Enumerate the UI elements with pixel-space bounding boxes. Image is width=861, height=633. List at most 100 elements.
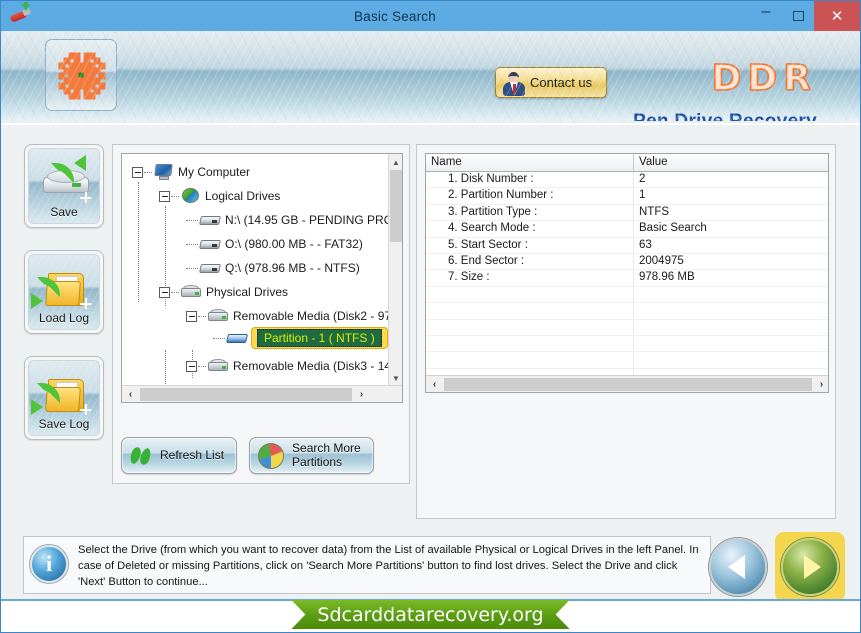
sidebar-item-load-log[interactable]: Load Log: [24, 250, 104, 334]
table-cell-value: Basic Search: [639, 222, 707, 235]
table-cell-value: [634, 303, 828, 318]
previous-arrow-icon: [727, 555, 745, 579]
tree-node-partition-1[interactable]: Partition - 1 ( NTFS ): [213, 326, 388, 350]
table-row[interactable]: [426, 303, 828, 320]
search-more-partitions-button[interactable]: Search More Partitions: [249, 437, 374, 474]
sidebar-item-save-log-label: Save Log: [38, 417, 90, 431]
information-icon: i: [30, 545, 68, 583]
details-horizontal-scrollbar[interactable]: ‹ ›: [426, 375, 828, 393]
tree-node-removable-disk3[interactable]: Removable Media (Disk3 - 14.96 (: [186, 354, 390, 378]
details-table-header: Name Value: [426, 154, 828, 172]
drive-tree-panel: My Computer Logical Drives N:\ (14.95 GB…: [112, 144, 410, 484]
previous-button[interactable]: [709, 538, 767, 596]
checkered-logo-icon: [58, 52, 106, 100]
table-row[interactable]: 5. Start Sector : 63: [426, 237, 828, 254]
sidebar-item-load-log-label: Load Log: [38, 311, 90, 325]
scroll-up-button[interactable]: ▲: [389, 154, 402, 170]
tree-node-label: O:\ (980.00 MB - - FAT32): [225, 237, 363, 251]
window-controls: – ✕: [750, 1, 860, 31]
tree-node-label: N:\ (14.95 GB - PENDING PRO - F: [225, 213, 390, 227]
table-row[interactable]: 1. Disk Number : 2: [426, 172, 828, 189]
scroll-right-button[interactable]: ›: [813, 376, 828, 393]
tree-node-removable-disk2[interactable]: Removable Media (Disk2 - 972.69: [186, 304, 390, 328]
next-button-highlight: [775, 532, 845, 602]
tree-node-label: My Computer: [178, 165, 251, 179]
usb-drive-icon: [5, 1, 35, 31]
table-cell-value: 1: [639, 189, 646, 202]
scroll-down-button[interactable]: ▼: [389, 370, 402, 386]
app-logo-tile: [45, 39, 117, 111]
title-bar: Basic Search – ✕: [1, 1, 860, 31]
table-cell-value: 63: [639, 238, 652, 251]
tree-node-my-computer[interactable]: My Computer: [132, 160, 250, 184]
next-button[interactable]: [781, 538, 839, 596]
tree-node-drive-q[interactable]: Q:\ (978.96 MB - - NTFS): [186, 256, 360, 280]
table-cell-value: [634, 352, 828, 367]
partition-details-panel: Name Value 1. Disk Number : 2 2. Partition…: [416, 144, 836, 519]
table-cell-name: 6. End Sector :: [426, 253, 634, 270]
table-row[interactable]: [426, 352, 828, 369]
sidebar-item-save-label: Save: [50, 205, 78, 219]
drive-tree[interactable]: My Computer Logical Drives N:\ (14.95 GB…: [121, 153, 403, 403]
table-cell-name: 3. Partition Type :: [426, 204, 634, 221]
tree-node-drive-n[interactable]: N:\ (14.95 GB - PENDING PRO - F: [186, 208, 390, 232]
logical-drives-icon: [181, 188, 200, 204]
tree-vertical-scrollbar[interactable]: ▲ ▼: [388, 154, 402, 386]
table-cell-value: 978.96 MB: [639, 271, 695, 284]
table-row[interactable]: [426, 286, 828, 304]
tree-node-label: Partition - 1 ( NTFS ): [257, 329, 382, 347]
tree-node-label: Logical Drives: [205, 189, 281, 203]
scroll-left-button[interactable]: ‹: [426, 376, 443, 393]
tree-horizontal-scrollbar[interactable]: ‹ ›: [122, 385, 402, 403]
tree-node-logical-drives[interactable]: Logical Drives: [159, 184, 280, 208]
tree-node-drive-o[interactable]: O:\ (980.00 MB - - FAT32): [186, 232, 363, 256]
scroll-thumb[interactable]: [390, 170, 402, 242]
tree-toggle-icon[interactable]: [159, 286, 170, 298]
table-cell-value: [634, 336, 828, 351]
table-cell-name: [426, 303, 634, 319]
drive-icon: [199, 238, 221, 251]
search-more-label-line1: Search More: [292, 440, 361, 455]
maximize-button[interactable]: [782, 1, 814, 31]
tree-node-physical-drives[interactable]: Physical Drives: [159, 280, 288, 304]
refresh-list-button[interactable]: Refresh List: [121, 437, 238, 474]
table-row[interactable]: 2. Partition Number : 1: [426, 188, 828, 205]
table-row[interactable]: [426, 335, 828, 353]
table-cell-value: NTFS: [639, 205, 670, 218]
close-button[interactable]: ✕: [814, 1, 860, 31]
minimize-button[interactable]: –: [750, 1, 782, 31]
website-label[interactable]: Sdcarddatarecovery.org: [291, 600, 569, 629]
footer: i Select the Drive (from which you want …: [1, 523, 860, 632]
sidebar-item-save[interactable]: Save: [24, 144, 104, 228]
tree-toggle-icon[interactable]: [132, 166, 143, 178]
window-title: Basic Search: [354, 8, 436, 24]
scroll-thumb[interactable]: [444, 377, 812, 391]
tree-toggle-icon[interactable]: [186, 360, 197, 372]
tree-node-label: Removable Media (Disk2 - 972.69: [233, 309, 390, 323]
table-cell-name: [426, 286, 634, 303]
table-row[interactable]: 7. Size : 978.96 MB: [426, 270, 828, 287]
table-row[interactable]: 6. End Sector : 2004975: [426, 253, 828, 271]
table-cell-name: 1. Disk Number :: [426, 172, 634, 188]
column-header-name[interactable]: Name: [426, 154, 634, 171]
sidebar-toolbar: Save Load Log Save Log: [24, 144, 104, 462]
partition-details-list[interactable]: Name Value 1. Disk Number : 2 2. Partition…: [425, 153, 829, 393]
table-cell-name: [426, 352, 634, 368]
refresh-icon: [128, 445, 153, 466]
table-row[interactable]: [426, 319, 828, 336]
contact-us-button[interactable]: Contact us: [495, 67, 607, 98]
column-header-value[interactable]: Value: [634, 154, 828, 171]
table-row[interactable]: 4. Search Mode : Basic Search: [426, 221, 828, 238]
scroll-left-button[interactable]: ‹: [122, 386, 139, 403]
app-banner: Contact us DDR Pen Drive Recovery: [1, 31, 860, 123]
table-cell-name: 2. Partition Number :: [426, 188, 634, 204]
tree-toggle-icon[interactable]: [186, 310, 197, 322]
physical-drives-icon: [181, 285, 201, 299]
tree-toggle-icon[interactable]: [159, 190, 170, 202]
drive-tree-content: My Computer Logical Drives N:\ (14.95 GB…: [122, 154, 390, 386]
table-cell-name: 4. Search Mode :: [426, 221, 634, 237]
scroll-right-button[interactable]: ›: [353, 386, 370, 403]
table-row[interactable]: 3. Partition Type : NTFS: [426, 204, 828, 222]
sidebar-item-save-log[interactable]: Save Log: [24, 356, 104, 440]
scroll-thumb[interactable]: [140, 387, 352, 401]
